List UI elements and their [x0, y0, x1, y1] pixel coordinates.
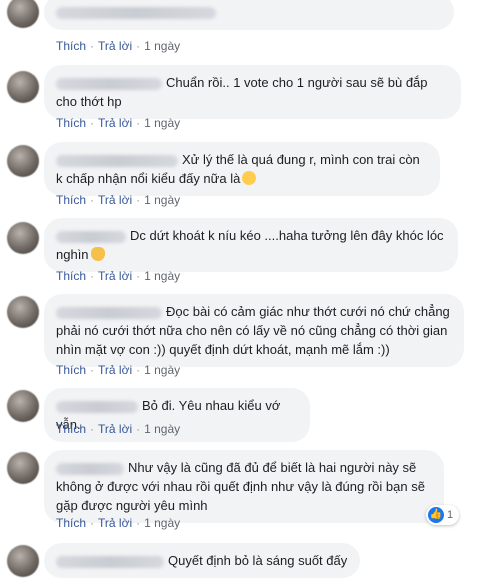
like-link[interactable]: Thích — [56, 193, 86, 207]
commenter-name[interactable] — [56, 306, 162, 319]
avatar[interactable] — [7, 452, 39, 484]
avatar[interactable] — [7, 145, 39, 177]
reply-link[interactable]: Trả lời — [98, 363, 132, 377]
reaction-count[interactable]: 👍 1 — [426, 505, 460, 525]
comment-bubble — [44, 0, 454, 30]
like-link[interactable]: Thích — [56, 516, 86, 530]
comment-bubble: Dc dứt khoát k níu kéo ....haha tưởng lê… — [44, 218, 458, 272]
like-link[interactable]: Thích — [56, 39, 86, 53]
comment-bubble: Chuẩn rồi.. 1 vote cho 1 người sau sẽ bù… — [44, 65, 461, 119]
commenter-name[interactable] — [56, 6, 216, 19]
comment-bubble: Đọc bài có cảm giác như thớt cưới nó chứ… — [44, 294, 464, 367]
comment-actions: Thích · Trả lời · 1 ngày — [56, 422, 181, 436]
avatar[interactable] — [7, 222, 39, 254]
avatar[interactable] — [7, 71, 39, 103]
commenter-name[interactable] — [56, 230, 126, 243]
reply-link[interactable]: Trả lời — [98, 39, 132, 53]
avatar[interactable] — [7, 545, 39, 577]
commenter-name[interactable] — [56, 77, 162, 90]
commenter-name[interactable] — [56, 154, 178, 167]
comment-actions: Thích · Trả lời · 1 ngày — [56, 269, 181, 283]
like-link[interactable]: Thích — [56, 116, 86, 130]
timestamp[interactable]: 1 ngày — [144, 193, 180, 207]
timestamp[interactable]: 1 ngày — [144, 516, 180, 530]
comment-text: Quyết định bỏ là sáng suốt đấy — [168, 553, 348, 568]
reply-link[interactable]: Trả lời — [98, 193, 132, 207]
hugging-face-icon — [242, 171, 257, 185]
waving-hand-icon — [90, 247, 105, 261]
like-link[interactable]: Thích — [56, 422, 86, 436]
comment-actions: Thích · Trả lời · 1 ngày — [56, 363, 181, 377]
comment-actions: Thích · Trả lời · 1 ngày — [56, 39, 181, 53]
timestamp[interactable]: 1 ngày — [144, 269, 180, 283]
commenter-name[interactable] — [56, 400, 138, 413]
timestamp[interactable]: 1 ngày — [144, 422, 180, 436]
avatar[interactable] — [7, 0, 39, 28]
comment-bubble: Như vậy là cũng đã đủ để biết là hai ngư… — [44, 450, 444, 523]
comment-actions: Thích · Trả lời · 1 ngày — [56, 516, 181, 530]
comment-bubble: Xử lý thế là quá đung r, mình con trai c… — [44, 142, 440, 196]
timestamp[interactable]: 1 ngày — [144, 363, 180, 377]
comment-actions: Thích · Trả lời · 1 ngày — [56, 193, 181, 207]
avatar[interactable] — [7, 296, 39, 328]
timestamp[interactable]: 1 ngày — [144, 116, 180, 130]
like-reaction-icon: 👍 — [428, 507, 444, 524]
reaction-count-label: 1 — [447, 509, 454, 521]
comment-actions: Thích · Trả lời · 1 ngày — [56, 116, 181, 130]
reply-link[interactable]: Trả lời — [98, 516, 132, 530]
like-link[interactable]: Thích — [56, 269, 86, 283]
comment-bubble: Quyết định bỏ là sáng suốt đấy — [44, 543, 360, 578]
avatar[interactable] — [7, 390, 39, 422]
reply-link[interactable]: Trả lời — [98, 269, 132, 283]
reply-link[interactable]: Trả lời — [98, 422, 132, 436]
reply-link[interactable]: Trả lời — [98, 116, 132, 130]
commenter-name[interactable] — [56, 462, 124, 475]
commenter-name[interactable] — [56, 555, 164, 568]
timestamp[interactable]: 1 ngày — [144, 39, 180, 53]
like-link[interactable]: Thích — [56, 363, 86, 377]
